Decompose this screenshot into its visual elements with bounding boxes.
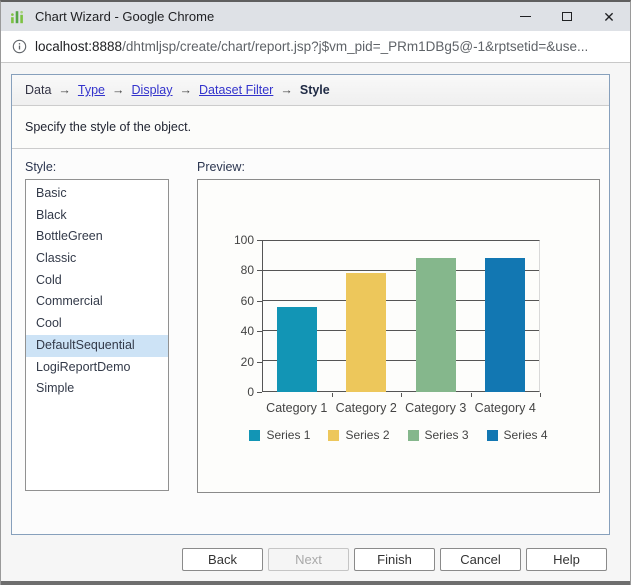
bar-category-1 — [276, 306, 317, 392]
legend-label: Series 4 — [503, 428, 548, 442]
title-bar: Chart Wizard - Google Chrome ✕ — [1, 2, 630, 31]
legend-item: Series 4 — [486, 428, 548, 442]
legend-swatch-icon — [407, 429, 419, 441]
y-axis-label: 40 — [240, 324, 254, 339]
wizard-button-row: Back Next Finish Cancel Help — [177, 548, 607, 571]
breadcrumb-step-style: Style — [299, 83, 330, 97]
maximize-button[interactable] — [546, 2, 588, 31]
url-path: /dhtmljsp/create/chart/report.jsp?j$vm_p… — [122, 39, 589, 54]
arrow-icon: → — [280, 83, 293, 97]
instruction-text: Specify the style of the object. — [12, 106, 609, 149]
breadcrumb-step-type[interactable]: Type — [78, 83, 105, 97]
y-axis-tick-icon — [257, 361, 262, 363]
bar-category-3 — [415, 258, 456, 392]
preview-column: Preview: 0 20 40 60 80 100 Category 1 Category … — [197, 160, 600, 493]
y-axis-tick-icon — [257, 331, 262, 333]
list-item[interactable]: DefaultSequential — [26, 334, 168, 357]
legend-item: Series 2 — [328, 428, 390, 442]
x-axis-label: Category 4 — [474, 401, 536, 415]
chart-preview: 0 20 40 60 80 100 Category 1 Category 2 Category… — [197, 179, 600, 493]
list-item[interactable]: Cold — [26, 270, 168, 292]
y-axis-label: 60 — [240, 293, 254, 308]
legend-label: Series 3 — [424, 428, 469, 442]
y-axis-tick-icon — [257, 392, 262, 393]
finish-button[interactable]: Finish — [354, 548, 435, 571]
style-listbox[interactable]: Basic Black BottleGreen Classic Cold Commerci… — [25, 179, 169, 491]
window-bottom-edge — [1, 581, 630, 585]
list-item[interactable]: BottleGreen — [26, 226, 168, 248]
close-icon: ✕ — [603, 8, 615, 25]
x-axis-tick-icon — [470, 393, 472, 397]
legend-swatch-icon — [249, 429, 261, 441]
wizard-dialog: Data → Type → Display → Dataset Filter →… — [1, 65, 630, 581]
app-favicon-chart-bars-icon — [11, 10, 23, 23]
breadcrumb: Data → Type → Display → Dataset Filter →… — [12, 75, 609, 106]
url-host: localhost:8888 — [35, 39, 123, 54]
next-button[interactable]: Next — [268, 548, 349, 571]
chart-legend: Series 1 Series 2 Series 3 Series 4 — [198, 428, 599, 442]
y-axis-label: 20 — [240, 354, 254, 369]
y-axis-tick-icon — [257, 300, 262, 302]
back-button[interactable]: Back — [182, 548, 263, 571]
y-axis-tick-icon — [257, 240, 262, 241]
arrow-icon: → — [179, 83, 193, 97]
legend-label: Series 1 — [266, 428, 311, 442]
x-axis-tick-icon — [331, 393, 333, 397]
x-axis-tick-icon — [401, 393, 402, 397]
chart-wizard-window: Chart Wizard - Google Chrome ✕ localhost… — [0, 0, 631, 585]
y-axis-label: 100 — [233, 233, 254, 247]
y-axis-label: 80 — [240, 263, 254, 278]
arrow-icon: → — [58, 83, 71, 97]
y-axis-tick-icon — [257, 270, 262, 272]
legend-swatch-icon — [486, 429, 498, 441]
help-button[interactable]: Help — [526, 548, 607, 571]
x-axis-tick-icon — [540, 393, 541, 397]
legend-item: Series 1 — [249, 428, 310, 442]
style-column: Style: Basic Black BottleGreen Classic Cold C… — [25, 160, 169, 493]
bar-category-2 — [346, 273, 387, 392]
window-title: Chart Wizard - Google Chrome — [35, 9, 215, 24]
style-list-label: Style: — [25, 160, 57, 174]
wizard-panel: Data → Type → Display → Dataset Filter →… — [11, 74, 610, 535]
arrow-icon: → — [112, 83, 125, 97]
breadcrumb-step-data: Data — [25, 83, 52, 97]
preview-label: Preview: — [197, 160, 245, 174]
cancel-button[interactable]: Cancel — [440, 548, 521, 571]
url-bar[interactable]: localhost:8888/dhtmljsp/create/chart/rep… — [1, 31, 630, 63]
list-item[interactable]: LogiReportDemo — [26, 357, 168, 379]
breadcrumb-step-dataset-filter[interactable]: Dataset Filter — [199, 83, 273, 97]
list-item[interactable]: Commercial — [26, 291, 168, 313]
legend-swatch-icon — [328, 429, 340, 441]
list-item[interactable]: Classic — [26, 248, 168, 270]
info-icon[interactable] — [12, 39, 27, 54]
bar-category-4 — [485, 258, 526, 392]
y-axis-label: 0 — [247, 385, 254, 399]
minimize-icon — [519, 16, 531, 17]
breadcrumb-step-display[interactable]: Display — [132, 83, 173, 97]
url-text[interactable]: localhost:8888/dhtmljsp/create/chart/rep… — [35, 39, 588, 54]
legend-label: Series 2 — [345, 428, 390, 442]
list-item[interactable]: Basic — [26, 183, 168, 205]
list-item[interactable]: Simple — [26, 378, 168, 400]
list-item[interactable]: Cool — [26, 313, 168, 335]
legend-item: Series 3 — [407, 428, 469, 442]
maximize-icon — [562, 12, 572, 21]
content-area: Style: Basic Black BottleGreen Classic Cold C… — [12, 149, 609, 493]
list-item[interactable]: Black — [26, 205, 168, 227]
minimize-button[interactable] — [504, 2, 546, 31]
window-controls: ✕ — [504, 2, 630, 31]
close-button[interactable]: ✕ — [588, 2, 630, 31]
